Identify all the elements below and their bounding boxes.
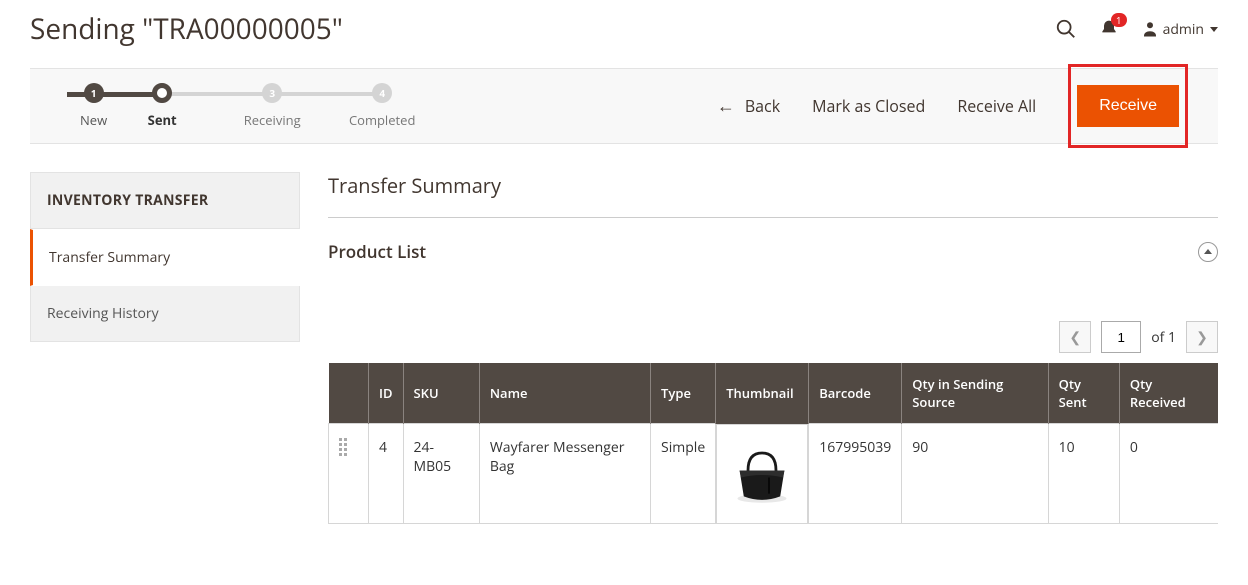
back-label: Back (745, 95, 780, 117)
step-label: Completed (349, 111, 415, 129)
col-name[interactable]: Name (479, 363, 650, 424)
receive-all-button[interactable]: Receive All (957, 95, 1036, 117)
step-circle: 4 (372, 83, 392, 103)
receive-button[interactable]: Receive (1077, 85, 1179, 127)
next-page-button[interactable]: ❯ (1186, 321, 1218, 353)
step-new: 1 New (80, 83, 107, 129)
arrow-left-icon: ← (717, 94, 735, 118)
subsection-title: Product List (328, 240, 426, 263)
product-table: ID SKU Name Type Thumbnail Barcode Qty i… (328, 363, 1218, 524)
col-id[interactable]: ID (369, 363, 404, 424)
cell-sku: 24-MB05 (403, 424, 479, 524)
prev-page-button[interactable]: ❮ (1059, 321, 1091, 353)
drag-handle[interactable] (329, 424, 369, 524)
col-qty-sent[interactable]: Qty Sent (1048, 363, 1119, 424)
search-icon[interactable] (1055, 18, 1077, 40)
collapse-icon[interactable] (1198, 242, 1218, 262)
sidebar-header: INVENTORY TRANSFER (30, 172, 300, 229)
step-circle: 1 (84, 83, 104, 103)
col-qty-recv[interactable]: Qty Received (1119, 363, 1218, 424)
step-circle: 3 (262, 83, 282, 103)
drag-dots-icon (339, 438, 358, 456)
sidebar-item-receiving-history[interactable]: Receiving History (30, 286, 300, 342)
cell-qty-recv: 0 (1119, 424, 1218, 524)
admin-label: admin (1163, 20, 1204, 39)
sidebar-item-transfer-summary[interactable]: Transfer Summary (30, 229, 300, 286)
back-button[interactable]: ← Back (717, 94, 780, 118)
receive-highlight-box: Receive (1068, 64, 1188, 148)
step-sent: Sent (107, 83, 217, 129)
col-qty-src[interactable]: Qty in Sending Source (902, 363, 1048, 424)
mark-closed-button[interactable]: Mark as Closed (812, 95, 925, 117)
cell-qty-src: 90 (902, 424, 1048, 524)
notifications-icon[interactable]: 1 (1099, 19, 1119, 39)
step-circle (152, 83, 172, 103)
page-total-label: of 1 (1151, 328, 1176, 347)
pagination: ❮ of 1 ❯ (328, 321, 1218, 353)
col-type[interactable]: Type (651, 363, 716, 424)
page-title: Sending "TRA00000005" (30, 10, 343, 48)
cell-qty-sent: 10 (1048, 424, 1119, 524)
progress-steps: 1 New Sent 3 Receiving 4 Completed (60, 83, 437, 129)
section-title: Transfer Summary (328, 172, 1218, 218)
chevron-left-icon: ❮ (1069, 328, 1081, 347)
page-input[interactable] (1101, 321, 1141, 353)
product-thumbnail-icon (727, 439, 797, 509)
sidebar: INVENTORY TRANSFER Transfer Summary Rece… (30, 172, 300, 342)
table-row[interactable]: 4 24-MB05 Wayfarer Messenger Bag Simple (329, 424, 1219, 524)
step-completed: 4 Completed (327, 83, 437, 129)
col-barcode[interactable]: Barcode (809, 363, 902, 424)
col-thumbnail[interactable]: Thumbnail (716, 363, 809, 424)
step-label: New (80, 111, 107, 129)
cell-thumbnail (716, 424, 808, 524)
step-receiving: 3 Receiving (217, 83, 327, 129)
cell-type: Simple (651, 424, 716, 524)
admin-menu[interactable]: admin (1141, 20, 1218, 39)
cell-barcode: 167995039 (809, 424, 902, 524)
step-label: Receiving (244, 111, 301, 129)
step-label: Sent (148, 111, 177, 129)
col-drag (329, 363, 369, 424)
header-tools: 1 admin (1055, 18, 1218, 40)
chevron-down-icon (1210, 27, 1218, 32)
col-sku[interactable]: SKU (403, 363, 479, 424)
notification-badge: 1 (1111, 13, 1127, 27)
cell-id: 4 (369, 424, 404, 524)
chevron-right-icon: ❯ (1196, 328, 1208, 347)
cell-name: Wayfarer Messenger Bag (479, 424, 650, 524)
chevron-up-icon (1204, 249, 1212, 254)
